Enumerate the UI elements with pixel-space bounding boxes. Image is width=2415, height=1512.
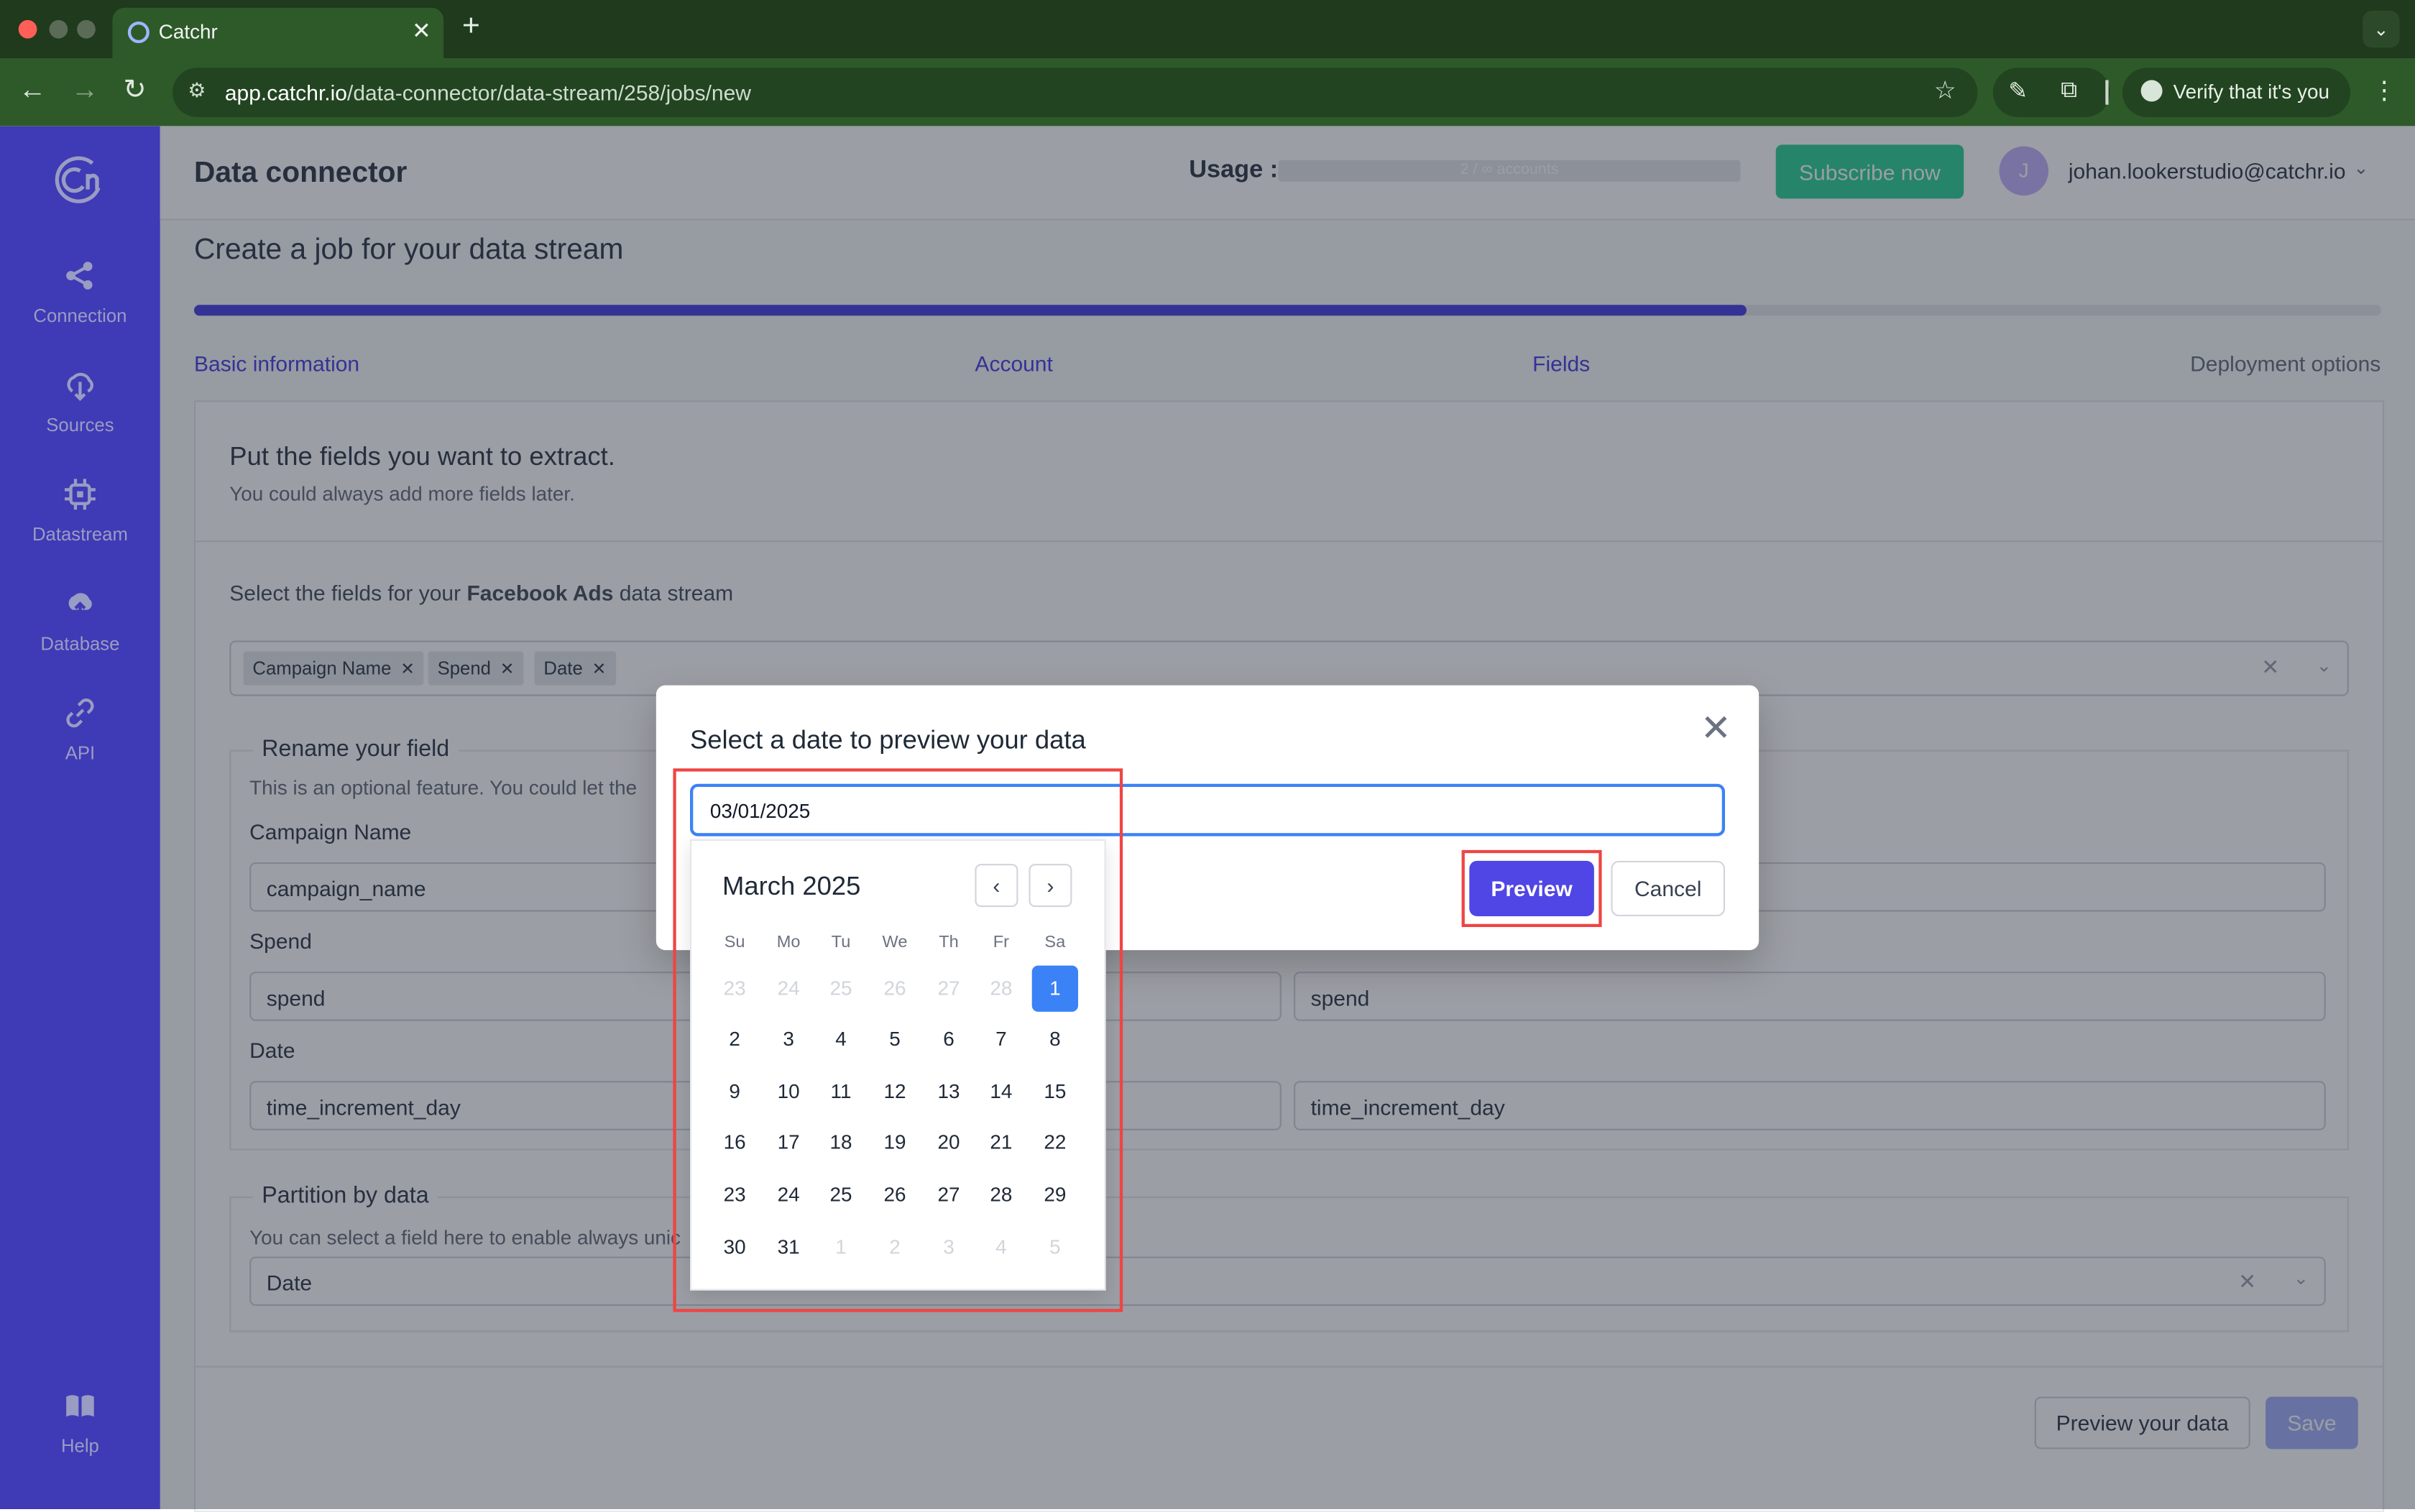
minimize-window-button[interactable]	[49, 19, 68, 39]
tab-title: Catchr	[158, 19, 218, 44]
calendar-day[interactable]: 3	[926, 1225, 972, 1271]
next-month-chevron-icon[interactable]: ›	[1029, 864, 1072, 908]
verify-label: Verify that it's you	[2173, 80, 2330, 103]
sidebar-overlay	[0, 126, 160, 1510]
calendar-day[interactable]: 23	[712, 1172, 758, 1218]
calendar-day[interactable]: 9	[712, 1069, 758, 1115]
date-picker-calendar: March 2025 ‹ › Su Mo Tu We Th Fr Sa 23 24 25 26 27 2…	[690, 839, 1106, 1291]
calendar-day[interactable]: 4	[978, 1225, 1024, 1271]
calendar-day[interactable]: 20	[926, 1120, 972, 1166]
verify-identity-button[interactable]: Verify that it's you	[2122, 68, 2350, 117]
calendar-day[interactable]: 5	[872, 1016, 918, 1062]
url-path: /data-connector/data-stream/258/jobs/new	[346, 80, 751, 105]
weekday-label: Th	[939, 933, 959, 952]
previous-month-chevron-icon[interactable]: ‹	[975, 864, 1018, 908]
browser-tab-bar: Catchr ✕ + ⌄	[0, 0, 2415, 59]
url-bar[interactable]: ⚙ app.catchr.io/data-connector/data-stre…	[172, 68, 1978, 117]
maximize-window-button[interactable]	[77, 19, 96, 39]
weekday-label: Mo	[776, 933, 801, 952]
calendar-day[interactable]: 14	[978, 1069, 1024, 1115]
calendar-day[interactable]: 2	[712, 1016, 758, 1062]
toolbar-divider	[2105, 80, 2109, 105]
calendar-day[interactable]: 28	[978, 966, 1024, 1012]
pen-extension-icon[interactable]: ✎	[2008, 77, 2028, 104]
cancel-button[interactable]: Cancel	[1611, 860, 1725, 916]
calendar-day[interactable]: 24	[765, 966, 811, 1012]
calendar-day[interactable]: 26	[872, 1172, 918, 1218]
new-tab-icon[interactable]: +	[462, 9, 480, 45]
calendar-day[interactable]: 11	[818, 1069, 864, 1115]
back-arrow-icon[interactable]: ←	[19, 74, 47, 106]
weekday-label: We	[882, 933, 908, 952]
date-input[interactable]	[690, 783, 1725, 836]
calendar-day[interactable]: 27	[926, 966, 972, 1012]
calendar-day[interactable]: 12	[872, 1069, 918, 1115]
reload-icon[interactable]: ↻	[123, 74, 146, 106]
calendar-day[interactable]: 13	[926, 1069, 972, 1115]
calendar-day[interactable]: 25	[818, 1172, 864, 1218]
forward-arrow-icon[interactable]: →	[71, 74, 99, 106]
calendar-day[interactable]: 16	[712, 1120, 758, 1166]
calendar-day[interactable]: 7	[978, 1016, 1024, 1062]
calendar-day[interactable]: 27	[926, 1172, 972, 1218]
calendar-day[interactable]: 21	[978, 1120, 1024, 1166]
preview-button[interactable]: Preview	[1469, 860, 1594, 916]
profile-globe-icon	[2140, 80, 2163, 102]
calendar-day[interactable]: 8	[1032, 1016, 1078, 1062]
modal-title: Select a date to preview your data	[690, 725, 1086, 755]
calendar-day[interactable]: 18	[818, 1120, 864, 1166]
calendar-day[interactable]: 24	[765, 1172, 811, 1218]
address-toolbar: ← → ↻ ⚙ app.catchr.io/data-connector/dat…	[0, 58, 2415, 126]
close-tab-icon[interactable]: ✕	[412, 17, 431, 45]
bookmark-star-icon[interactable]: ☆	[1934, 75, 1956, 106]
close-window-button[interactable]	[18, 19, 37, 39]
calendar-day[interactable]: 31	[765, 1225, 811, 1271]
calendar-day[interactable]: 10	[765, 1069, 811, 1115]
calendar-day[interactable]: 19	[872, 1120, 918, 1166]
calendar-day[interactable]: 23	[712, 966, 758, 1012]
calendar-month-label: March 2025	[722, 871, 861, 901]
weekday-label: Fr	[993, 933, 1009, 952]
tab-search-chevron-icon[interactable]: ⌄	[2363, 11, 2400, 48]
browser-tab[interactable]: Catchr ✕	[112, 7, 444, 59]
url-host: app.catchr.io	[224, 80, 347, 105]
calendar-day[interactable]: 28	[978, 1172, 1024, 1218]
calendar-day[interactable]: 1	[818, 1225, 864, 1271]
calendar-day[interactable]: 30	[712, 1225, 758, 1271]
calendar-day[interactable]: 22	[1032, 1120, 1078, 1166]
calendar-day[interactable]: 6	[926, 1016, 972, 1062]
puzzle-extension-icon[interactable]: ⧉	[2061, 77, 2077, 103]
calendar-day[interactable]: 25	[818, 966, 864, 1012]
calendar-day[interactable]: 29	[1032, 1172, 1078, 1218]
calendar-day[interactable]: 17	[765, 1120, 811, 1166]
extensions-group: ✎ ⧉	[1992, 68, 2110, 117]
catchr-favicon-icon	[127, 22, 150, 43]
calendar-day-selected[interactable]: 1	[1031, 965, 1078, 1012]
calendar-day[interactable]: 26	[872, 966, 918, 1012]
weekday-label: Tu	[831, 933, 851, 952]
browser-menu-icon[interactable]: ⋮	[2372, 75, 2396, 106]
weekday-label: Sa	[1044, 933, 1066, 952]
weekday-label: Su	[724, 933, 745, 952]
calendar-day[interactable]: 4	[818, 1016, 864, 1062]
calendar-day[interactable]: 5	[1032, 1225, 1078, 1271]
site-settings-icon[interactable]: ⚙	[188, 78, 206, 103]
calendar-day[interactable]: 15	[1032, 1069, 1078, 1115]
calendar-day[interactable]: 2	[872, 1225, 918, 1271]
close-icon[interactable]: ✕	[1701, 707, 1731, 752]
calendar-day[interactable]: 3	[765, 1016, 811, 1062]
